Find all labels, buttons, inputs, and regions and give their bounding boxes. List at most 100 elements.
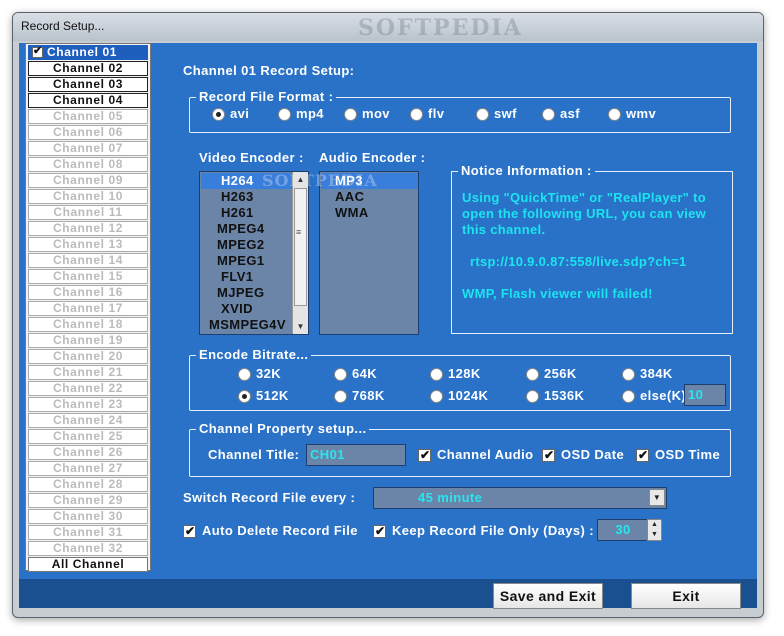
video-encoder-option[interactable]: FLV1 (201, 269, 293, 285)
channel-item[interactable]: Channel 09 (28, 173, 148, 188)
osd-time-checkbox[interactable]: OSD Time (636, 447, 720, 463)
channel-item[interactable]: Channel 14 (28, 253, 148, 268)
channel-item[interactable]: Channel 06 (28, 125, 148, 140)
page-title: Channel 01 Record Setup: (183, 63, 355, 78)
watermark-text: SOFTPEDIA (262, 171, 378, 190)
scroll-down-arrow-icon[interactable]: ▼ (293, 319, 308, 334)
bitrate-radio[interactable]: 32K (238, 366, 281, 382)
channel-item[interactable]: Channel 26 (28, 445, 148, 460)
bitrate-radio[interactable]: 1536K (526, 388, 584, 404)
switch-record-label: Switch Record File every : (183, 490, 356, 505)
channel-item-label: Channel 12 (52, 221, 124, 235)
spin-up-icon[interactable]: ▲ (648, 520, 661, 530)
format-radio[interactable]: flv (410, 106, 444, 122)
scroll-thumb[interactable] (294, 188, 307, 306)
channel-item-label: Channel 25 (52, 429, 124, 443)
bitrate-radio[interactable]: else(K) (622, 388, 686, 404)
exit-button[interactable]: Exit (631, 583, 741, 609)
video-encoder-option[interactable]: MSMPEG4V (201, 317, 293, 333)
channel-item[interactable]: Channel 10 (28, 189, 148, 204)
keep-days-input[interactable]: 30 (597, 519, 649, 541)
else-bitrate-input[interactable]: 10 (684, 384, 726, 406)
channel-item-label: Channel 32 (52, 541, 124, 555)
channel-item[interactable]: Channel 27 (28, 461, 148, 476)
keep-days-spinner[interactable]: ▲ ▼ (647, 519, 662, 541)
channel-title-label: Channel Title: (208, 447, 300, 462)
channel-item[interactable]: Channel 12 (28, 221, 148, 236)
channel-item[interactable]: Channel 01 (28, 45, 148, 60)
switch-interval-select[interactable]: 45 minute ▼ (373, 487, 667, 509)
bitrate-radio[interactable]: 256K (526, 366, 577, 382)
bitrate-radio[interactable]: 512K (238, 388, 289, 404)
video-encoder-option[interactable]: MPEG1 (201, 253, 293, 269)
channel-item[interactable]: Channel 24 (28, 413, 148, 428)
channel-item[interactable]: Channel 15 (28, 269, 148, 284)
video-encoder-option[interactable]: H261 (201, 205, 293, 221)
channel-item[interactable]: Channel 03 (28, 77, 148, 92)
audio-encoder-listbox[interactable]: MP3 AAC WMA (319, 171, 419, 335)
bitrate-radio[interactable]: 1024K (430, 388, 488, 404)
format-radio[interactable]: swf (476, 106, 517, 122)
channel-item[interactable]: Channel 31 (28, 525, 148, 540)
channel-item[interactable]: Channel 11 (28, 205, 148, 220)
channel-item[interactable]: Channel 17 (28, 301, 148, 316)
bitrate-radio[interactable]: 128K (430, 366, 481, 382)
window-title: Record Setup... (21, 19, 105, 33)
channel-item-label: Channel 31 (52, 525, 124, 539)
channel-item[interactable]: Channel 25 (28, 429, 148, 444)
video-encoder-option[interactable]: XVID (201, 301, 293, 317)
channel-item[interactable]: Channel 21 (28, 365, 148, 380)
format-radio[interactable]: wmv (608, 106, 656, 122)
audio-encoder-option[interactable]: AAC (321, 189, 418, 205)
channel-item-label: Channel 29 (52, 493, 124, 507)
channel-item[interactable]: Channel 16 (28, 285, 148, 300)
video-encoder-option[interactable]: MPEG4 (201, 221, 293, 237)
channel-item[interactable]: Channel 22 (28, 381, 148, 396)
check-icon (542, 447, 555, 463)
channel-item-label: All Channel (51, 557, 125, 571)
format-radio[interactable]: asf (542, 106, 580, 122)
channel-item[interactable]: Channel 02 (28, 61, 148, 76)
notice-group: Notice Information : Using "QuickTime" o… (451, 163, 733, 334)
bitrate-radio[interactable]: 768K (334, 388, 385, 404)
channel-item[interactable]: Channel 23 (28, 397, 148, 412)
auto-delete-checkbox[interactable]: Auto Delete Record File (183, 523, 358, 539)
check-icon (183, 523, 196, 539)
channel-item[interactable]: Channel 04 (28, 93, 148, 108)
chevron-down-icon[interactable]: ▼ (649, 489, 665, 506)
channel-item[interactable]: Channel 28 (28, 477, 148, 492)
channel-item[interactable]: Channel 18 (28, 317, 148, 332)
channel-item[interactable]: Channel 20 (28, 349, 148, 364)
format-radio[interactable]: mp4 (278, 106, 324, 122)
channel-item[interactable]: Channel 08 (28, 157, 148, 172)
channel-item-label: Channel 09 (52, 173, 124, 187)
channel-item-label: Channel 07 (52, 141, 124, 155)
bitrate-radio[interactable]: 64K (334, 366, 377, 382)
osd-date-checkbox[interactable]: OSD Date (542, 447, 624, 463)
audio-encoder-option[interactable]: WMA (321, 205, 418, 221)
channel-item[interactable]: Channel 05 (28, 109, 148, 124)
video-encoder-option[interactable]: MPEG2 (201, 237, 293, 253)
channel-item-label: Channel 27 (52, 461, 124, 475)
video-encoder-listbox[interactable]: H264 H263 H261 MPEG4 MPEG2 MPEG1 FLV1 MJPEG XVID… (199, 171, 309, 335)
channel-item[interactable]: Channel 30 (28, 509, 148, 524)
channel-audio-checkbox[interactable]: Channel Audio (418, 447, 533, 463)
video-encoder-scrollbar[interactable]: ▲ ≡ ▼ (292, 172, 308, 334)
bitrate-radio[interactable]: 384K (622, 366, 673, 382)
video-encoder-option[interactable]: H263 (201, 189, 293, 205)
channel-item[interactable]: Channel 19 (28, 333, 148, 348)
watermark-logo: SOFTPEDIA (358, 15, 523, 41)
channel-item[interactable]: All Channel (28, 557, 148, 572)
format-radio[interactable]: avi (212, 106, 249, 122)
format-radio[interactable]: mov (344, 106, 390, 122)
channel-title-input[interactable]: CH01 (306, 444, 406, 466)
keep-days-checkbox[interactable]: Keep Record File Only (Days) : (373, 523, 594, 539)
spin-down-icon[interactable]: ▼ (648, 530, 661, 540)
channel-item[interactable]: Channel 32 (28, 541, 148, 556)
channel-item[interactable]: Channel 13 (28, 237, 148, 252)
channel-item-label: Channel 10 (52, 189, 124, 203)
channel-item[interactable]: Channel 29 (28, 493, 148, 508)
channel-item[interactable]: Channel 07 (28, 141, 148, 156)
save-and-exit-button[interactable]: Save and Exit (493, 583, 603, 609)
video-encoder-option[interactable]: MJPEG (201, 285, 293, 301)
